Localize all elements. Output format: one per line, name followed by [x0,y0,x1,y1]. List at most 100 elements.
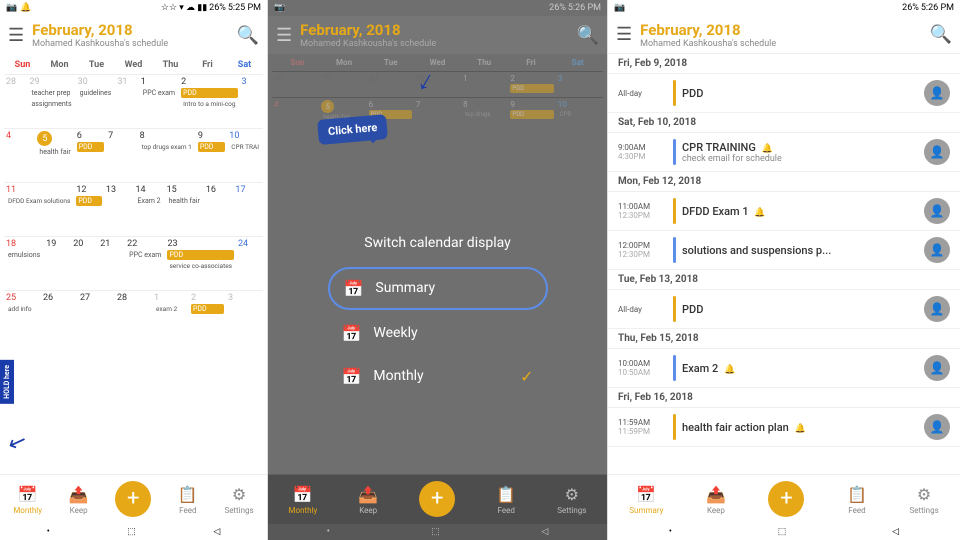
date-sep-feb9: Fri, Feb 9, 2018 [608,54,960,74]
nav-monthly-label-p1: Monthly [13,506,42,515]
month-title-p2: February, 2018 [300,21,576,39]
day-23[interactable]: 23PDDservice co-associates [165,237,236,289]
schedule-item-pdd-feb13[interactable]: All-day PDD 👤 [608,290,960,329]
nav-monthly-p2[interactable]: 📅 Monthly [289,485,318,515]
day-9[interactable]: 9PDD [196,129,227,181]
day-16[interactable]: 16 [204,183,234,235]
day-3-next[interactable]: 3 [226,291,263,343]
nav-feed-label-p3: Feed [848,506,865,515]
check-icon-monthly: ✓ [520,367,533,386]
nav-keep-p3[interactable]: 📤 Keep [706,485,726,515]
nav-settings-label-p1: Settings [224,506,253,515]
nav-monthly-p1[interactable]: 📅 Monthly [13,485,42,515]
day-29-prev[interactable]: 29teacher prepassignments [27,75,75,127]
day-20[interactable]: 20 [71,237,98,289]
battery-p1: 26% [209,3,226,13]
schedule-bar-health-fair [673,414,676,440]
day-3[interactable]: 3 [240,75,263,127]
monthly-cal-icon: 📅 [342,367,362,386]
day-21[interactable]: 21 [98,237,125,289]
day-15[interactable]: 15health fair [165,183,204,235]
day-8[interactable]: 8top drugs exam 1 [138,129,196,181]
day-5[interactable]: 5health fair [35,129,74,181]
schedule-item-exam2[interactable]: 10:00AM 10:50AM Exam 2 🔔 👤 [608,349,960,388]
nav-keep-p2[interactable]: 📤 Keep [358,485,378,515]
nav-feed-p1[interactable]: 📋 Feed [178,485,198,515]
summary-cal-icon: 📅 [344,279,364,298]
day-24[interactable]: 24 [236,237,263,289]
day-28[interactable]: 28 [115,291,152,343]
day-4[interactable]: 4 [4,129,35,181]
search-button-p1[interactable]: 🔍 [237,25,259,46]
app-header-p3: ☰ February, 2018 Mohamed Kashkousha's sc… [608,16,960,54]
nav-add-button-p1[interactable]: + [115,481,151,517]
schedule-item-pdd-feb9[interactable]: All-day PDD 👤 [608,74,960,113]
menu-button-p1[interactable]: ☰ [8,25,24,46]
day-26[interactable]: 26 [41,291,78,343]
schedule-item-cpr[interactable]: 9:00AM 4:30PM CPR TRAINING 🔔 check email… [608,133,960,172]
nav-settings-label-p3: Settings [909,506,938,515]
day-12[interactable]: 12PDD [74,183,104,235]
battery-p2: 26% [549,3,566,13]
day-2[interactable]: 2PDDIntro to a mini-cog [179,75,239,127]
date-sep-feb16: Fri, Feb 16, 2018 [608,388,960,408]
panel-monthly: 📷 🔔 ☆☆ ▾ ☁ ▮▮ 26% 5:25 PM ☰ February, 20… [0,0,268,540]
overlay-bottom: Switch calendar display 📅 Summary 📅 Week… [268,160,607,474]
day-2-next[interactable]: 2PDD [189,291,226,343]
day-7[interactable]: 7 [106,129,137,181]
schedule-title-solutions: solutions and suspensions p... [682,244,920,257]
subtitle-p1: Mohamed Kashkousha's schedule [32,39,236,49]
status-bar-p2: 📷 26% 5:26 PM [268,0,607,16]
dot-indicator: • [47,527,50,537]
date-sep-feb12: Mon, Feb 12, 2018 [608,172,960,192]
day-17[interactable]: 17 [233,183,263,235]
nav-settings-p2[interactable]: ⚙ Settings [557,485,586,515]
search-button-p3[interactable]: 🔍 [930,24,952,45]
day-11[interactable]: 11DFDD Exam solutions [4,183,74,235]
day-13[interactable]: 13 [104,183,134,235]
nav-keep-label-p3: Keep [707,506,725,515]
schedule-title-pdd-1: PDD [682,87,920,100]
calendar-weeks-p1: 28 29teacher prepassignments 30guideline… [4,74,263,343]
camera-icon-p2: 📷 [274,3,285,13]
nav-settings-p3[interactable]: ⚙ Settings [909,485,938,515]
nav-add-button-p3[interactable]: + [768,481,804,517]
subtitle-p2: Mohamed Kashkousha's schedule [300,39,576,49]
menu-button-p3[interactable]: ☰ [616,24,632,45]
day-28-prev[interactable]: 28 [4,75,27,127]
nav-add-button-p2[interactable]: + [419,481,455,517]
view-option-weekly[interactable]: 📅 Weekly [328,314,548,353]
bottom-indicator-p3: •⬚◁ [608,524,960,540]
schedule-content-health-fair: health fair action plan 🔔 [682,414,920,440]
day-30-prev[interactable]: 30guidelines [76,75,116,127]
day-27[interactable]: 27 [78,291,115,343]
schedule-item-solutions[interactable]: 12:00PM 12:30PM solutions and suspension… [608,231,960,270]
nav-keep-p1[interactable]: 📤 Keep [69,485,89,515]
schedule-avatar-solutions: 👤 [924,237,950,263]
schedule-content-dfdd: DFDD Exam 1 🔔 [682,198,920,224]
schedule-content-1: PDD [682,80,920,106]
day-19[interactable]: 19 [44,237,71,289]
day-10[interactable]: 10CPR TRAI [227,129,263,181]
day-22[interactable]: 22PPC exam [125,237,165,289]
day-14[interactable]: 14Exam 2 [134,183,165,235]
nav-summary-p3[interactable]: 📅 Summary [629,485,663,515]
schedule-bar-pdd-2 [673,296,676,322]
day-1[interactable]: 1PPC exam [139,75,179,127]
nav-feed-p2[interactable]: 📋 Feed [496,485,516,515]
nav-feed-p3[interactable]: 📋 Feed [847,485,867,515]
view-option-monthly[interactable]: 📅 Monthly ✓ [328,357,548,396]
schedule-item-health-fair[interactable]: 11:59AM 11:59PM health fair action plan … [608,408,960,447]
panel-switch: 📷 26% 5:26 PM ☰ February, 2018 Mohamed K… [268,0,608,540]
nav-settings-p1[interactable]: ⚙ Settings [224,485,253,515]
menu-button-p2[interactable]: ☰ [276,25,292,46]
day-31-prev[interactable]: 31 [115,75,138,127]
view-option-summary[interactable]: 📅 Summary [328,267,548,310]
search-button-p2[interactable]: 🔍 [577,25,599,46]
day-25[interactable]: 25add info [4,291,41,343]
day-1-next[interactable]: 1exam 2 [152,291,189,343]
nav-keep-label-p2: Keep [359,506,377,515]
day-18[interactable]: 18emulsions [4,237,44,289]
day-6[interactable]: 6PDD [75,129,106,181]
status-right-p2: 26% 5:26 PM [549,3,601,13]
